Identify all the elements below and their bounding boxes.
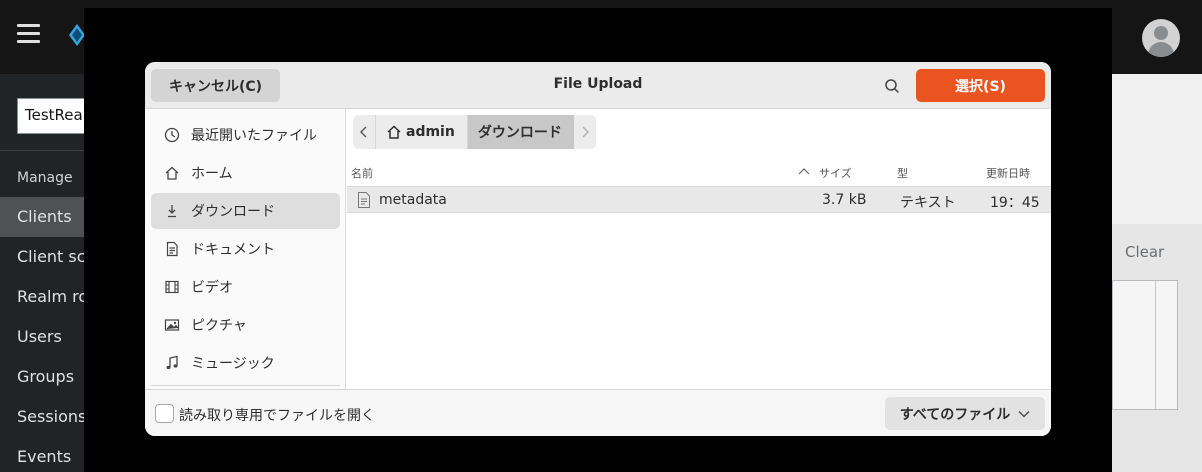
cancel-button[interactable]: キャンセル(C) xyxy=(151,69,280,102)
file-filter-value: すべてのファイル xyxy=(899,406,1011,423)
text-editor[interactable] xyxy=(1112,280,1178,410)
place-pictures[interactable]: ピクチャ xyxy=(151,307,340,343)
place-music[interactable]: ミュージック xyxy=(151,345,340,381)
file-upload-dialog: キャンセル(C) File Upload 選択(S) 最近開いたファイル ホーム xyxy=(145,62,1051,436)
user-avatar[interactable] xyxy=(1142,19,1180,57)
path-forward-button[interactable] xyxy=(573,115,596,149)
sidebar-item-client-scopes[interactable]: Client scopes xyxy=(0,237,84,277)
brand-logo-icon xyxy=(69,24,85,46)
sidebar-section-manage: Manage xyxy=(17,170,73,186)
search-button[interactable] xyxy=(877,73,907,99)
page-section xyxy=(1112,74,1202,224)
place-recent[interactable]: 最近開いたファイル xyxy=(151,117,340,153)
text-file-icon xyxy=(358,192,370,208)
place-label: ホーム xyxy=(191,166,233,182)
place-label: ダウンロード xyxy=(191,204,275,220)
chevron-right-icon xyxy=(582,126,589,138)
select-button[interactable]: 選択(S) xyxy=(916,69,1045,102)
dialog-title: File Upload xyxy=(553,76,643,92)
picture-icon xyxy=(163,316,181,334)
file-modified: 19：45 xyxy=(990,195,1040,211)
column-header-size[interactable]: サイズ xyxy=(819,165,852,181)
readonly-checkbox-label[interactable]: 読み取り専用でファイルを開く xyxy=(179,405,375,425)
chevron-down-icon xyxy=(1018,410,1030,417)
dialog-footer: 読み取り専用でファイルを開く すべてのファイル xyxy=(145,389,1051,436)
file-name: metadata xyxy=(379,192,447,208)
app-main-content: Clear xyxy=(1112,74,1202,472)
path-back-button[interactable] xyxy=(353,115,375,149)
file-filter-select[interactable]: すべてのファイル xyxy=(885,397,1045,430)
column-header-type[interactable]: 型 xyxy=(897,165,908,181)
place-documents[interactable]: ドキュメント xyxy=(151,231,340,267)
realm-selector[interactable]: TestRealm xyxy=(17,98,84,134)
sidebar-item-groups[interactable]: Groups xyxy=(0,357,84,397)
place-label: ビデオ xyxy=(191,280,233,296)
document-icon xyxy=(163,240,181,258)
path-segment-label: ダウンロード xyxy=(477,125,562,141)
path-bar: admin ダウンロード xyxy=(353,115,596,149)
dialog-header: キャンセル(C) File Upload 選択(S) xyxy=(145,62,1051,109)
sidebar-item-realm-roles[interactable]: Realm roles xyxy=(0,277,84,317)
search-icon xyxy=(885,79,899,93)
clear-button[interactable]: Clear xyxy=(1112,234,1176,270)
chevron-left-icon xyxy=(360,126,367,138)
place-label: ミュージック xyxy=(191,356,275,372)
place-label: ピクチャ xyxy=(191,318,247,334)
film-icon xyxy=(163,278,181,296)
column-header-name[interactable]: 名前 xyxy=(351,165,373,181)
path-segment-label: admin xyxy=(406,124,455,140)
sort-ascending-icon xyxy=(798,168,810,175)
sidebar-item-events[interactable]: Events xyxy=(0,437,84,472)
download-icon xyxy=(163,202,181,220)
sidebar-item-users[interactable]: Users xyxy=(0,317,84,357)
app-sidebar: TestRealm Manage Clients Client scopes R… xyxy=(0,74,84,472)
readonly-checkbox[interactable] xyxy=(155,404,174,423)
places-sidebar: 最近開いたファイル ホーム ダウンロード ドキュメント ビデオ ピクチャ ミュー… xyxy=(145,109,346,389)
places-divider xyxy=(151,385,340,386)
file-type: テキスト xyxy=(900,195,956,211)
file-list-pane: admin ダウンロード 名前 サイズ 型 更新日時 metadata 3.7 … xyxy=(347,109,1051,389)
music-icon xyxy=(163,354,181,372)
hamburger-menu-icon[interactable] xyxy=(17,24,40,44)
home-icon xyxy=(163,164,181,182)
sidebar-item-sessions[interactable]: Sessions xyxy=(0,397,84,437)
home-icon xyxy=(387,125,401,139)
sidebar-item-clients[interactable]: Clients xyxy=(0,197,84,237)
file-row[interactable]: metadata 3.7 kB テキスト 19：45 xyxy=(347,186,1051,213)
place-label: ドキュメント xyxy=(191,242,275,258)
place-downloads[interactable]: ダウンロード xyxy=(151,193,340,229)
clock-icon xyxy=(163,126,181,144)
editor-scrollbar[interactable] xyxy=(1155,281,1167,409)
place-home[interactable]: ホーム xyxy=(151,155,340,191)
path-segment-home[interactable]: admin xyxy=(375,115,467,149)
place-label: 最近開いたファイル xyxy=(191,128,317,144)
sidebar-divider xyxy=(0,150,84,151)
path-segment-downloads[interactable]: ダウンロード xyxy=(466,115,574,149)
place-videos[interactable]: ビデオ xyxy=(151,269,340,305)
file-size: 3.7 kB xyxy=(822,192,867,208)
column-header-modified[interactable]: 更新日時 xyxy=(986,165,1030,181)
